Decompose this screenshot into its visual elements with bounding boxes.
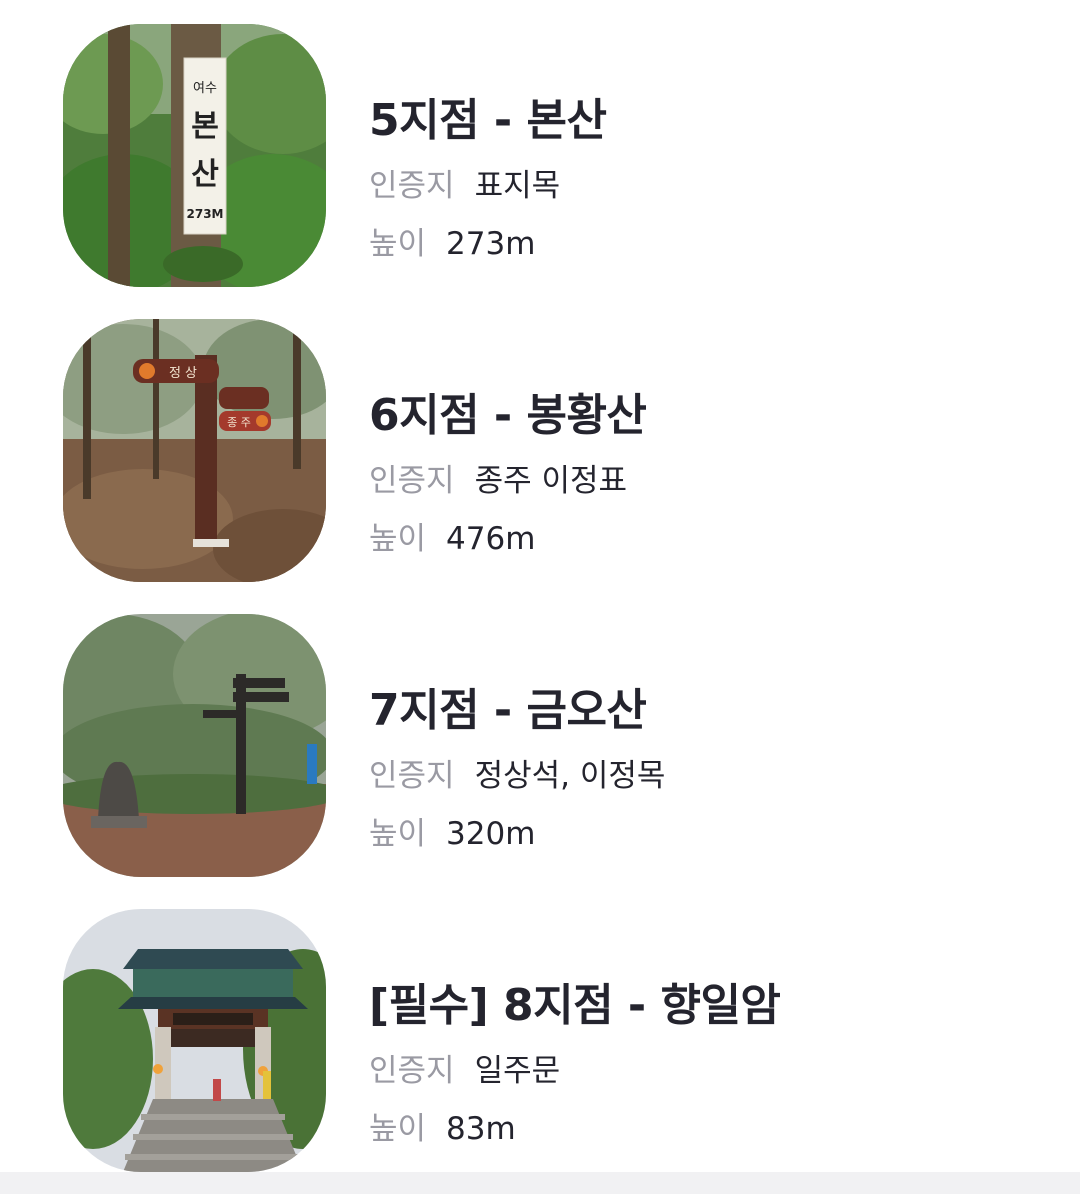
bottom-divider <box>0 1172 1080 1194</box>
svg-text:산: 산 <box>191 157 219 192</box>
spot-list: 여수 본 산 273M 5지점 - 본산 인증지 표지목 높이 273m 정 상… <box>0 0 1080 1172</box>
spot-thumbnail[interactable]: 여수 본 산 273M <box>63 24 326 287</box>
list-item[interactable]: 여수 본 산 273M 5지점 - 본산 인증지 표지목 높이 273m <box>0 0 1080 295</box>
cert-row: 인증지 정상석, 이정목 <box>369 750 665 795</box>
svg-text:종 주: 종 주 <box>227 416 251 429</box>
cert-label: 인증지 <box>369 1053 455 1089</box>
svg-text:정 상: 정 상 <box>169 366 197 381</box>
forest-signpost-photo: 여수 본 산 273M <box>63 24 326 287</box>
cert-row: 인증지 종주 이정표 <box>369 455 627 500</box>
cert-row: 인증지 일주문 <box>369 1045 560 1090</box>
height-value: 273m <box>446 226 536 262</box>
cert-label: 인증지 <box>369 463 455 499</box>
svg-text:본: 본 <box>191 109 219 144</box>
height-value: 320m <box>446 816 536 852</box>
cert-label: 인증지 <box>369 758 455 794</box>
height-label: 높이 <box>369 521 427 557</box>
height-label: 높이 <box>369 1111 427 1147</box>
spot-thumbnail[interactable]: 정 상 종 주 <box>63 319 326 582</box>
height-value: 476m <box>446 521 536 557</box>
spot-title: [필수] 8지점 - 향일암 <box>369 980 781 1031</box>
summit-stone-photo <box>63 614 326 877</box>
svg-text:273M: 273M <box>187 207 224 221</box>
spot-title: 7지점 - 금오산 <box>369 685 647 736</box>
cert-label: 인증지 <box>369 168 455 204</box>
svg-text:여수: 여수 <box>193 81 217 96</box>
temple-gate-photo <box>63 909 326 1172</box>
list-item[interactable]: [필수] 8지점 - 향일암 인증지 일주문 높이 83m <box>0 885 1080 1180</box>
height-row: 높이 320m <box>369 808 535 853</box>
cert-value: 표지목 <box>474 168 561 204</box>
height-row: 높이 273m <box>369 218 535 263</box>
height-value: 83m <box>446 1111 516 1147</box>
cert-value: 일주문 <box>474 1053 561 1089</box>
spot-title: 5지점 - 본산 <box>369 95 607 146</box>
height-label: 높이 <box>369 816 427 852</box>
cert-row: 인증지 표지목 <box>369 160 560 205</box>
list-item[interactable]: 7지점 - 금오산 인증지 정상석, 이정목 높이 320m <box>0 590 1080 885</box>
spot-thumbnail[interactable] <box>63 614 326 877</box>
spot-title: 6지점 - 봉황산 <box>369 390 647 441</box>
list-item[interactable]: 정 상 종 주 6지점 - 봉황산 인증지 종주 이정표 높이 476m <box>0 295 1080 590</box>
height-row: 높이 476m <box>369 513 535 558</box>
cert-value: 정상석, 이정목 <box>474 758 666 794</box>
trail-signpost-photo: 정 상 종 주 <box>63 319 326 582</box>
height-row: 높이 83m <box>369 1103 516 1148</box>
height-label: 높이 <box>369 226 427 262</box>
spot-thumbnail[interactable] <box>63 909 326 1172</box>
cert-value: 종주 이정표 <box>474 463 628 499</box>
